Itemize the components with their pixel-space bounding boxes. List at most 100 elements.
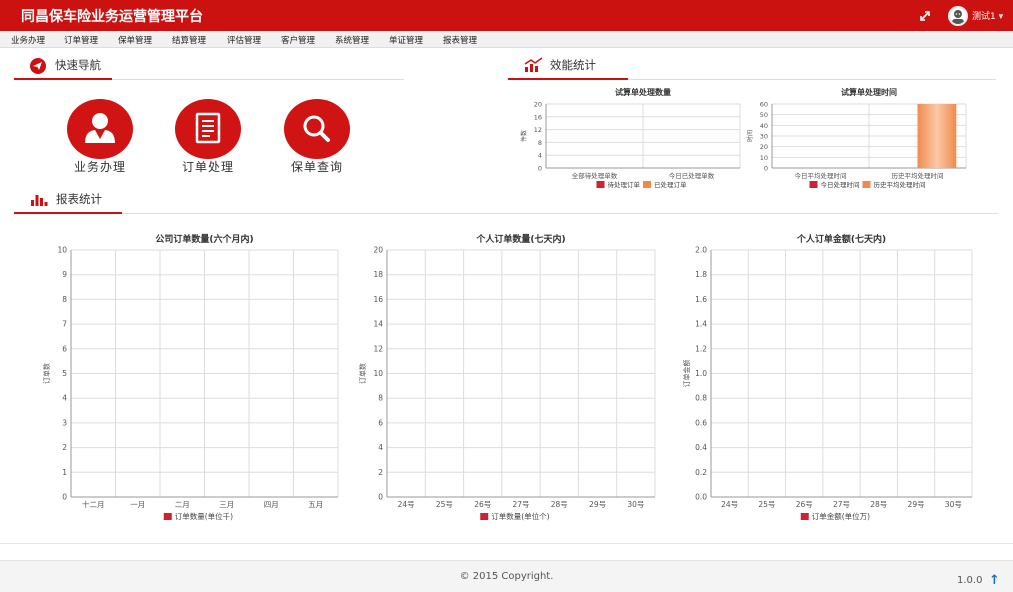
y-tick-label: 8 — [62, 295, 67, 304]
y-axis-label: 订单数 — [42, 363, 51, 384]
y-tick-label: 30 — [760, 133, 768, 141]
x-tick-label: 27号 — [512, 500, 529, 509]
y-tick-label: 4 — [378, 443, 383, 452]
x-tick-label: 28号 — [870, 500, 887, 509]
y-tick-label: 1.4 — [695, 320, 707, 329]
y-tick-label: 20 — [760, 143, 768, 151]
y-tick-label: 0 — [764, 165, 768, 173]
legend-label: 已处理订单 — [654, 180, 687, 189]
y-tick-label: 0 — [378, 493, 383, 502]
y-tick-label: 2.0 — [695, 246, 707, 255]
y-tick-label: 4 — [62, 394, 67, 403]
y-axis-label: 时间 — [746, 130, 754, 142]
legend-swatch — [643, 181, 651, 188]
chart-title: 个人订单数量(七天内) — [475, 233, 565, 245]
x-tick-label: 30号 — [945, 500, 962, 509]
legend-label: 今日处理时间 — [821, 180, 860, 189]
legend-swatch — [596, 181, 605, 188]
x-tick-label: 26号 — [474, 500, 491, 509]
y-tick-label: 3 — [62, 418, 67, 427]
x-tick-label: 历史平均处理时间 — [892, 171, 944, 180]
y-tick-label: 16 — [534, 113, 542, 121]
x-tick-label: 今日已处理单数 — [669, 171, 715, 180]
legend-swatch — [800, 513, 809, 520]
x-tick-label: 29号 — [908, 500, 925, 509]
chart-title: 试算单处理数量 — [615, 87, 671, 97]
x-tick-label: 25号 — [758, 500, 775, 509]
legend-swatch — [862, 181, 871, 188]
y-tick-label: 0.8 — [695, 394, 707, 403]
x-tick-label: 27号 — [833, 500, 850, 509]
x-tick-label: 30号 — [627, 500, 644, 509]
y-tick-label: 20 — [373, 246, 383, 255]
x-tick-label: 24号 — [398, 500, 415, 509]
y-tick-label: 9 — [62, 270, 67, 279]
legend-label: 订单金额(单位万) — [812, 511, 870, 521]
x-tick-label: 28号 — [551, 500, 568, 509]
y-tick-label: 50 — [760, 111, 768, 119]
y-axis-label: 件数 — [520, 130, 528, 142]
y-tick-label: 10 — [57, 246, 67, 255]
y-tick-label: 20 — [534, 101, 542, 109]
y-tick-label: 18 — [373, 270, 383, 279]
legend-label: 订单数量(单位个) — [491, 511, 549, 521]
y-tick-label: 0.2 — [695, 468, 707, 477]
x-tick-label: 29号 — [589, 500, 606, 509]
legend-label: 待处理订单 — [608, 180, 641, 189]
x-tick-label: 24号 — [721, 500, 738, 509]
y-axis-label: 订单数 — [358, 363, 367, 384]
legend-label: 历史平均处理时间 — [874, 180, 926, 189]
x-tick-label: 今日平均处理时间 — [795, 171, 847, 180]
y-tick-label: 10 — [373, 369, 383, 378]
charts-canvas: 试算单处理数量048121620全部待处理单数 今日已处理单数件数待处理订单 已处理… — [42, 87, 973, 521]
divider — [0, 543, 1013, 544]
x-tick-label: 四月 — [264, 500, 279, 509]
y-tick-label: 12 — [534, 126, 542, 134]
y-tick-label: 60 — [760, 101, 768, 109]
chart-title: 试算单处理时间 — [841, 87, 897, 97]
legend-label: 订单数量(单位千) — [175, 511, 233, 521]
version-label: 1.0.0 — [957, 575, 983, 586]
x-tick-label: 三月 — [219, 500, 234, 509]
x-tick-label: 25号 — [436, 500, 453, 509]
copyright: © 2015 Copyright. — [459, 571, 554, 582]
y-tick-label: 1.0 — [695, 369, 707, 378]
y-tick-label: 14 — [373, 320, 383, 329]
y-tick-label: 10 — [760, 154, 768, 162]
chart-title: 公司订单数量(六个月内) — [155, 233, 253, 245]
y-tick-label: 7 — [62, 320, 67, 329]
y-tick-label: 12 — [373, 344, 383, 353]
x-tick-label: 五月 — [308, 500, 323, 509]
y-tick-label: 0.0 — [695, 493, 707, 502]
y-tick-label: 8 — [378, 394, 383, 403]
y-tick-label: 0 — [62, 493, 67, 502]
y-axis-label: 订单金额 — [682, 360, 691, 388]
bar — [917, 104, 957, 168]
x-tick-label: 26号 — [796, 500, 813, 509]
y-tick-label: 16 — [373, 295, 383, 304]
legend-swatch — [480, 513, 489, 520]
y-tick-label: 6 — [62, 344, 67, 353]
back-to-top-icon[interactable]: ↑ — [989, 573, 1000, 588]
y-tick-label: 1.6 — [695, 295, 707, 304]
legend-swatch — [809, 181, 818, 188]
y-tick-label: 40 — [760, 122, 768, 130]
x-tick-label: 十二月 — [82, 499, 105, 509]
y-tick-label: 0.6 — [695, 418, 707, 427]
footer: © 2015 Copyright. 1.0.0 ↑ — [0, 560, 1013, 592]
y-tick-label: 4 — [538, 152, 542, 160]
y-tick-label: 1.8 — [695, 270, 707, 279]
y-tick-label: 2 — [62, 443, 67, 452]
y-tick-label: 1 — [62, 468, 67, 477]
y-tick-label: 2 — [378, 468, 383, 477]
y-tick-label: 0 — [538, 165, 542, 173]
y-tick-label: 8 — [538, 139, 542, 147]
x-tick-label: 一月 — [130, 500, 145, 509]
x-tick-label: 二月 — [175, 500, 190, 509]
y-tick-label: 1.2 — [695, 344, 707, 353]
x-tick-label: 全部待处理单数 — [572, 171, 618, 180]
chart-title: 个人订单金额(七天内) — [796, 233, 886, 245]
y-tick-label: 6 — [378, 418, 383, 427]
legend-swatch — [163, 513, 172, 520]
y-tick-label: 5 — [62, 369, 67, 378]
